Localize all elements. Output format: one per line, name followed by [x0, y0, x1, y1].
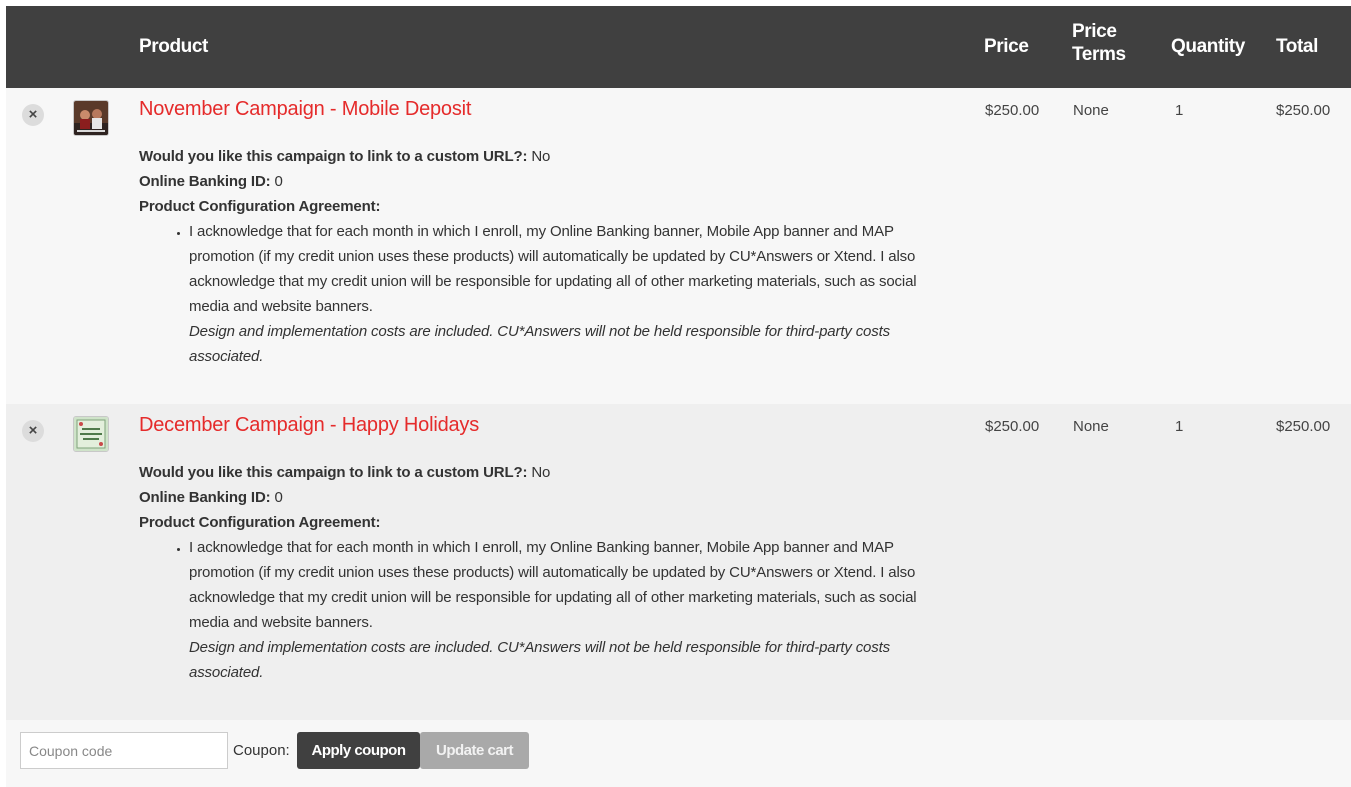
product-thumbnail[interactable]	[73, 100, 109, 136]
online-banking-id-label: Online Banking ID:	[139, 173, 271, 190]
agreement-note: Design and implementation costs are incl…	[189, 323, 890, 365]
product-thumbnail[interactable]	[73, 416, 109, 452]
campaign-thumbnail-icon	[74, 101, 108, 135]
cart-table-header: Product Price Price Terms Quantity Total	[6, 6, 1351, 88]
header-price-terms-line2: Terms	[1072, 44, 1126, 65]
item-price: $250.00	[985, 418, 1040, 435]
agreement-label: Product Configuration Agreement:	[139, 198, 381, 215]
online-banking-id: Online Banking ID: 0	[139, 169, 959, 194]
agreement-item: I acknowledge that for each month in whi…	[189, 219, 959, 369]
cart-actions: Coupon: Apply coupon Update cart	[6, 720, 1351, 787]
item-total: $250.00	[1276, 102, 1331, 119]
agreement-heading: Product Configuration Agreement:	[139, 510, 959, 535]
cart-table: Product Price Price Terms Quantity Total…	[6, 6, 1351, 787]
product-meta: Would you like this campaign to link to …	[139, 460, 959, 685]
online-banking-id-label: Online Banking ID:	[139, 489, 271, 506]
item-quantity: 1	[1175, 102, 1184, 119]
agreement-list: I acknowledge that for each month in whi…	[139, 535, 959, 685]
agreement-heading: Product Configuration Agreement:	[139, 194, 959, 219]
agreement-list: I acknowledge that for each month in whi…	[139, 219, 959, 369]
update-cart-button[interactable]: Update cart	[420, 732, 529, 769]
item-quantity: 1	[1175, 418, 1184, 435]
agreement-text: I acknowledge that for each month in whi…	[189, 539, 917, 631]
close-icon: ×	[28, 106, 38, 123]
coupon-code-input[interactable]	[20, 732, 228, 769]
apply-coupon-button[interactable]: Apply coupon	[297, 732, 420, 769]
remove-item-button[interactable]: ×	[22, 104, 44, 126]
remove-item-button[interactable]: ×	[22, 420, 44, 442]
product-link[interactable]: November Campaign - Mobile Deposit	[139, 98, 471, 121]
custom-url-option: Would you like this campaign to link to …	[139, 460, 959, 485]
header-total: Total	[1276, 36, 1318, 57]
agreement-text: I acknowledge that for each month in whi…	[189, 223, 917, 315]
item-total: $250.00	[1276, 418, 1331, 435]
item-price-terms: None	[1073, 102, 1109, 119]
table-row: × November Campaign - Mobile Deposit Wou…	[6, 88, 1351, 404]
header-quantity: Quantity	[1171, 36, 1245, 57]
table-row: × December Campaign - Happy Holidays Wou…	[6, 404, 1351, 720]
coupon-label: Coupon:	[233, 742, 290, 759]
header-product: Product	[139, 36, 208, 57]
custom-url-option: Would you like this campaign to link to …	[139, 144, 959, 169]
close-icon: ×	[28, 422, 38, 439]
custom-url-label: Would you like this campaign to link to …	[139, 464, 528, 481]
header-price: Price	[984, 36, 1029, 57]
online-banking-id-value: 0	[270, 489, 283, 506]
product-link[interactable]: December Campaign - Happy Holidays	[139, 414, 479, 437]
header-price-terms: Price Terms	[1072, 20, 1126, 66]
product-meta: Would you like this campaign to link to …	[139, 144, 959, 369]
custom-url-value: No	[527, 148, 551, 165]
agreement-note: Design and implementation costs are incl…	[189, 639, 890, 681]
online-banking-id-value: 0	[270, 173, 283, 190]
agreement-item: I acknowledge that for each month in whi…	[189, 535, 959, 685]
agreement-label: Product Configuration Agreement:	[139, 514, 381, 531]
online-banking-id: Online Banking ID: 0	[139, 485, 959, 510]
custom-url-value: No	[527, 464, 551, 481]
header-price-terms-line1: Price	[1072, 21, 1117, 42]
item-price-terms: None	[1073, 418, 1109, 435]
holiday-thumbnail-icon	[74, 417, 108, 451]
item-price: $250.00	[985, 102, 1040, 119]
custom-url-label: Would you like this campaign to link to …	[139, 148, 528, 165]
